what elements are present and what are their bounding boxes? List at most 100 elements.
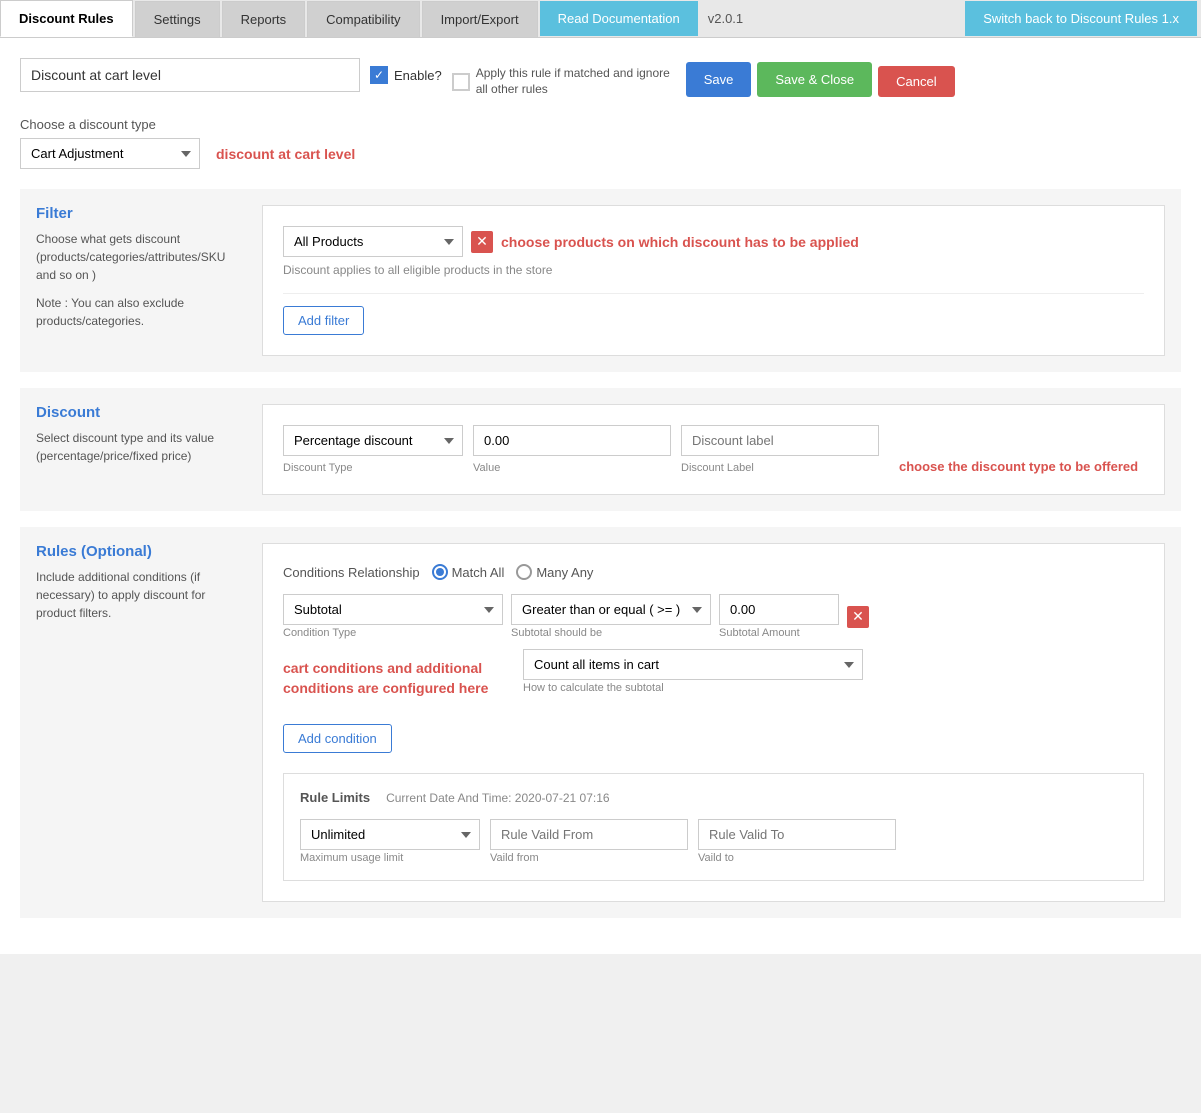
filter-row: All Products Specific Products Specific … [283, 226, 1144, 257]
switch-back-button[interactable]: Switch back to Discount Rules 1.x [965, 1, 1197, 36]
rule-limits-title: Rule Limits [300, 790, 370, 805]
filter-remove-button[interactable]: ✕ [471, 231, 493, 253]
action-buttons: Save Save & Close Cancel [686, 58, 955, 97]
many-any-label: Many Any [536, 565, 593, 580]
valid-from-input[interactable] [490, 819, 688, 850]
filter-title: Filter [36, 205, 246, 222]
discount-fields: Percentage discount Fixed discount Fixed… [283, 425, 1144, 474]
tab-reports[interactable]: Reports [222, 1, 306, 37]
discount-label-input[interactable] [681, 425, 879, 456]
conditions-relationship: Conditions Relationship Match All Many A… [283, 564, 1144, 580]
tab-discount-rules[interactable]: Discount Rules [0, 0, 133, 37]
rules-section: Rules (Optional) Include additional cond… [20, 527, 1181, 918]
filter-section-right: All Products Specific Products Specific … [262, 205, 1165, 356]
apply-rule-checkbox[interactable] [452, 73, 470, 91]
filter-applies-text: Discount applies to all eligible product… [283, 263, 1144, 277]
valid-from-label: Vaild from [490, 852, 688, 864]
discount-percentage-select[interactable]: Percentage discount Fixed discount Fixed… [283, 425, 463, 456]
discount-type-inline-row: Cart Adjustment Product Discount Buy X G… [20, 138, 1181, 169]
rules-title: Rules (Optional) [36, 543, 246, 560]
condition-operator-select[interactable]: Greater than or equal ( >= ) Less than (… [511, 594, 711, 625]
filter-section-left: Filter Choose what gets discount (produc… [36, 205, 246, 356]
max-usage-label: Maximum usage limit [300, 852, 480, 864]
discount-label-field-group: Discount Label [681, 425, 879, 474]
rules-annotation: cart conditions and additional condition… [283, 659, 503, 698]
valid-to-label: Vaild to [698, 852, 896, 864]
rule-limits-panel: Rule Limits Current Date And Time: 2020-… [283, 773, 1144, 881]
tab-bar: Discount Rules Settings Reports Compatib… [0, 0, 1201, 38]
valid-from-group: Vaild from [490, 819, 688, 864]
discount-type-field-label: Discount Type [283, 462, 463, 474]
top-row: ✓ Enable? Apply this rule if matched and… [20, 58, 1181, 97]
save-close-button[interactable]: Save & Close [757, 62, 872, 97]
discount-section-left: Discount Select discount type and its va… [36, 404, 246, 495]
save-button[interactable]: Save [686, 62, 752, 97]
condition-row: Subtotal Total Quantity Weight Condition… [283, 594, 1144, 639]
tab-compatibility[interactable]: Compatibility [307, 1, 419, 37]
filter-note: Note : You can also exclude products/cat… [36, 294, 246, 330]
condition-type-label: Condition Type [283, 627, 503, 639]
condition-operator-group: Greater than or equal ( >= ) Less than (… [511, 594, 711, 639]
main-content: ✓ Enable? Apply this rule if matched and… [0, 38, 1201, 954]
condition-amount-input[interactable] [719, 594, 839, 625]
discount-label-field-label: Discount Label [681, 462, 879, 474]
max-usage-select[interactable]: Unlimited 1 5 10 100 [300, 819, 480, 850]
match-all-radio-dot [432, 564, 448, 580]
discount-value-label: Value [473, 462, 671, 474]
discount-section: Discount Select discount type and its va… [20, 388, 1181, 511]
cancel-button[interactable]: Cancel [878, 66, 954, 97]
condition-operator-label: Subtotal should be [511, 627, 711, 639]
add-filter-button[interactable]: Add filter [283, 306, 364, 335]
discount-value-field-group: Value [473, 425, 671, 474]
match-all-label: Match All [452, 565, 505, 580]
enable-checkbox[interactable]: ✓ [370, 66, 388, 84]
calc-select[interactable]: Count all items in cart Count unique ite… [523, 649, 863, 680]
conditions-relationship-label: Conditions Relationship [283, 565, 420, 580]
limits-fields: Unlimited 1 5 10 100 Maximum usage limit… [300, 819, 1127, 864]
valid-to-group: Vaild to [698, 819, 896, 864]
filter-section-inner: Filter Choose what gets discount (produc… [36, 205, 1165, 356]
valid-to-input[interactable] [698, 819, 896, 850]
discount-section-right: Percentage discount Fixed discount Fixed… [262, 404, 1165, 495]
discount-description: Select discount type and its value (perc… [36, 429, 246, 465]
rule-name-input[interactable] [20, 58, 360, 92]
condition-amount-group: Subtotal Amount [719, 594, 839, 639]
discount-type-field-group: Percentage discount Fixed discount Fixed… [283, 425, 463, 474]
filter-section: Filter Choose what gets discount (produc… [20, 189, 1181, 372]
filter-description: Choose what gets discount (products/cate… [36, 230, 246, 284]
discount-type-select[interactable]: Cart Adjustment Product Discount Buy X G… [20, 138, 200, 169]
condition-type-group: Subtotal Total Quantity Weight Condition… [283, 594, 503, 639]
add-condition-button[interactable]: Add condition [283, 724, 392, 753]
condition-amount-label: Subtotal Amount [719, 627, 839, 639]
many-any-radio[interactable]: Many Any [516, 564, 593, 580]
filter-divider [283, 293, 1144, 294]
calc-field-group: Count all items in cart Count unique ite… [523, 649, 863, 694]
tab-settings[interactable]: Settings [135, 1, 220, 37]
discount-title: Discount [36, 404, 246, 421]
filter-annotation: choose products on which discount has to… [501, 234, 859, 250]
version-label: v2.0.1 [698, 11, 753, 26]
discount-value-input[interactable] [473, 425, 671, 456]
enable-label: Enable? [394, 68, 442, 83]
many-any-radio-dot [516, 564, 532, 580]
rule-limits-header: Rule Limits Current Date And Time: 2020-… [300, 790, 1127, 805]
tab-import-export[interactable]: Import/Export [422, 1, 538, 37]
rules-section-right: Conditions Relationship Match All Many A… [262, 543, 1165, 902]
rules-section-left: Rules (Optional) Include additional cond… [36, 543, 246, 902]
enable-section: ✓ Enable? [370, 58, 442, 84]
rules-section-inner: Rules (Optional) Include additional cond… [36, 543, 1165, 902]
discount-annotation: choose the discount type to be offered [899, 439, 1138, 474]
read-docs-button[interactable]: Read Documentation [540, 1, 698, 36]
condition-remove-button[interactable]: ✕ [847, 606, 869, 628]
apply-rule-section: Apply this rule if matched and ignore al… [452, 58, 676, 97]
condition-type-select[interactable]: Subtotal Total Quantity Weight [283, 594, 503, 625]
filter-type-select[interactable]: All Products Specific Products Specific … [283, 226, 463, 257]
apply-rule-label: Apply this rule if matched and ignore al… [476, 66, 676, 97]
discount-type-label: Choose a discount type [20, 117, 1181, 132]
calc-label: How to calculate the subtotal [523, 682, 863, 694]
match-all-radio[interactable]: Match All [432, 564, 505, 580]
rule-limits-datetime: Current Date And Time: 2020-07-21 07:16 [386, 791, 609, 805]
rules-description: Include additional conditions (if necess… [36, 568, 246, 622]
max-usage-group: Unlimited 1 5 10 100 Maximum usage limit [300, 819, 480, 864]
discount-type-annotation: discount at cart level [216, 146, 355, 162]
